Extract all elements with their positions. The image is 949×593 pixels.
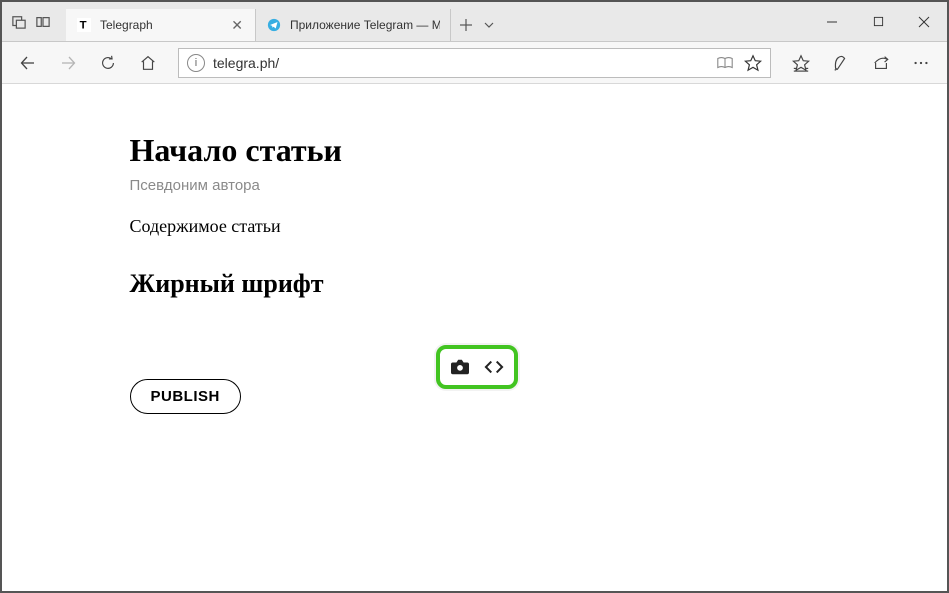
insert-image-button[interactable]: [446, 353, 474, 381]
window-maximize-button[interactable]: [855, 2, 901, 42]
tab-close-icon[interactable]: ✕: [229, 17, 245, 34]
home-button[interactable]: [130, 45, 166, 81]
address-bar[interactable]: i telegra.ph/: [178, 48, 771, 78]
share-button[interactable]: [863, 45, 899, 81]
article-title[interactable]: Начало статьи: [130, 132, 820, 169]
tab-preview-icon[interactable]: [34, 13, 52, 31]
new-tab-button[interactable]: [459, 18, 473, 32]
favorites-button[interactable]: [783, 45, 819, 81]
browser-titlebar: T Telegraph ✕ Приложение Telegram — М: [2, 2, 947, 42]
article-body[interactable]: Содержимое статьи: [130, 216, 820, 237]
tab-telegram-app[interactable]: Приложение Telegram — М: [256, 9, 451, 41]
article-heading[interactable]: Жирный шрифт: [130, 269, 820, 299]
svg-text:T: T: [80, 20, 87, 32]
favorite-star-icon[interactable]: [744, 54, 762, 72]
url-text: telegra.ph/: [213, 55, 716, 71]
tab-telegraph[interactable]: T Telegraph ✕: [66, 9, 256, 41]
insert-embed-button[interactable]: [480, 353, 508, 381]
article-author[interactable]: Псевдоним автора: [130, 177, 820, 194]
page-content: Начало статьи Псевдоним автора Содержимо…: [2, 84, 947, 591]
window-minimize-button[interactable]: [809, 2, 855, 42]
forward-button[interactable]: [50, 45, 86, 81]
window-controls: [809, 2, 947, 41]
tab-aside-icon[interactable]: [10, 13, 28, 31]
tab-menu-chevron-icon[interactable]: [483, 19, 495, 31]
insert-media-widget: [436, 345, 518, 389]
site-info-icon[interactable]: i: [187, 54, 205, 72]
tab-title: Приложение Telegram — М: [290, 18, 440, 32]
publish-button[interactable]: PUBLISH: [130, 379, 241, 414]
new-tab-area: [451, 9, 503, 41]
addressbar-actions: [716, 54, 762, 72]
tab-title: Telegraph: [100, 18, 153, 32]
tab-actions: [2, 2, 66, 41]
refresh-button[interactable]: [90, 45, 126, 81]
reading-view-icon[interactable]: [716, 54, 734, 72]
telegraph-favicon-icon: T: [76, 17, 92, 33]
browser-navbar: i telegra.ph/: [2, 42, 947, 84]
more-menu-button[interactable]: [903, 45, 939, 81]
back-button[interactable]: [10, 45, 46, 81]
window-close-button[interactable]: [901, 2, 947, 42]
tab-strip: T Telegraph ✕ Приложение Telegram — М: [66, 9, 809, 41]
telegram-favicon-icon: [266, 17, 282, 33]
notes-button[interactable]: [823, 45, 859, 81]
